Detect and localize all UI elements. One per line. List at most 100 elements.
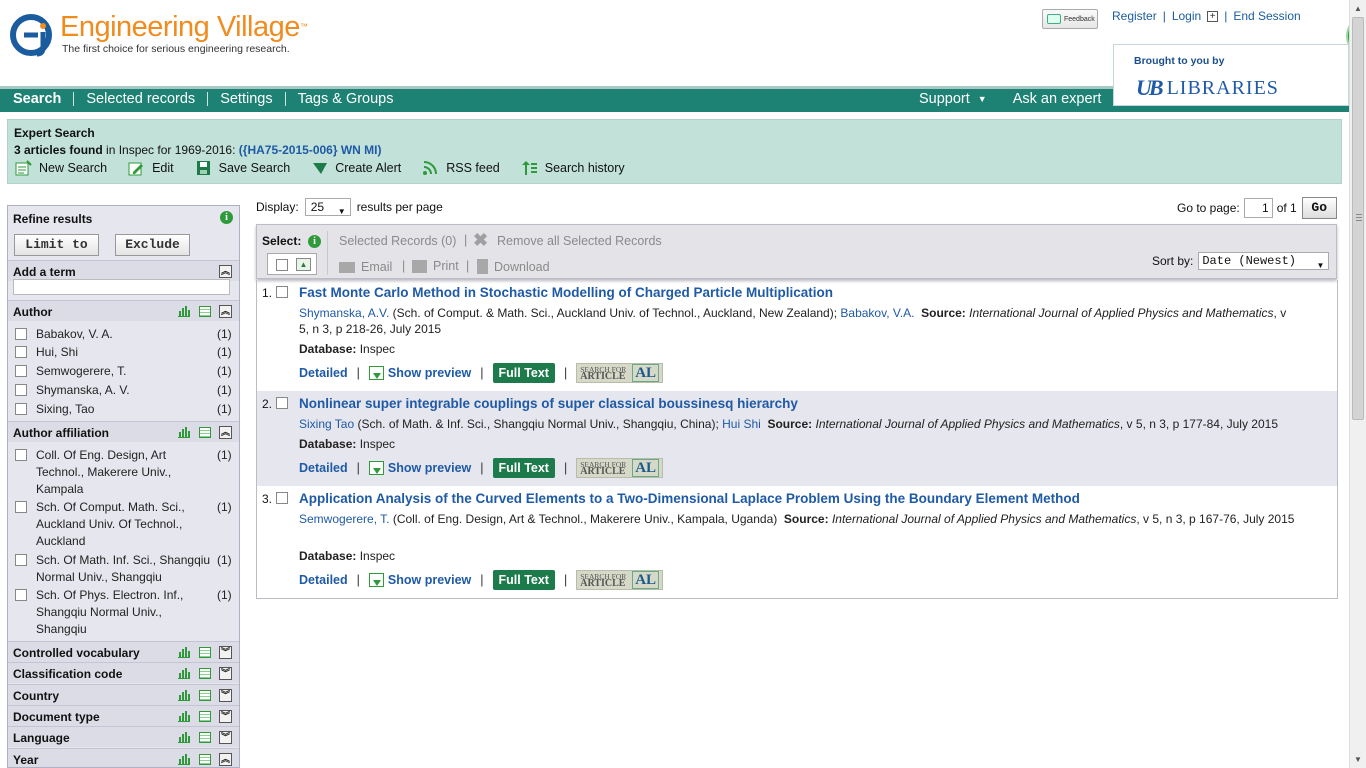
table-icon[interactable] bbox=[199, 306, 211, 317]
checkbox[interactable] bbox=[15, 346, 27, 358]
detailed-link[interactable]: Detailed bbox=[299, 573, 348, 587]
login-link[interactable]: Login bbox=[1172, 9, 1201, 23]
expand-icon[interactable]: ︾ bbox=[219, 710, 232, 723]
feedback-button[interactable]: Feedback bbox=[1042, 9, 1098, 29]
show-preview-link[interactable]: Show preview bbox=[388, 461, 471, 475]
collapse-icon[interactable]: ︽ bbox=[219, 753, 232, 766]
language-header[interactable]: Language ︾ bbox=[8, 726, 239, 747]
bar-chart-icon[interactable] bbox=[178, 668, 190, 679]
go-button[interactable]: Go bbox=[1301, 197, 1337, 219]
record-title-link[interactable]: Fast Monte Carlo Method in Stochastic Mo… bbox=[299, 285, 833, 300]
table-icon[interactable] bbox=[199, 690, 211, 701]
author-link[interactable]: Sixing Tao bbox=[299, 417, 354, 431]
controlled-vocabulary-header[interactable]: Controlled vocabulary ︾ bbox=[8, 641, 239, 662]
show-preview-link[interactable]: Show preview bbox=[388, 573, 471, 587]
register-link[interactable]: Register bbox=[1112, 9, 1157, 23]
author-link[interactable]: Shymanska, A.V. bbox=[299, 306, 389, 320]
author-header[interactable]: Author ︽ bbox=[8, 300, 239, 321]
table-icon[interactable] bbox=[199, 732, 211, 743]
engineering-village-logo[interactable]: Engineering Village™ The first choice fo… bbox=[10, 12, 308, 58]
expand-icon[interactable]: ︾ bbox=[219, 731, 232, 744]
bar-chart-icon[interactable] bbox=[178, 427, 190, 438]
bar-chart-icon[interactable] bbox=[178, 306, 190, 317]
rss-feed-action[interactable]: RSS feed bbox=[422, 160, 500, 176]
collapse-icon[interactable]: ︽ bbox=[219, 305, 232, 318]
checkbox[interactable] bbox=[15, 328, 27, 340]
full-text-button[interactable]: Full Text bbox=[492, 570, 555, 590]
download-button[interactable]: Download bbox=[477, 259, 550, 274]
scroll-down-icon[interactable]: ▼ bbox=[1354, 755, 1362, 764]
author-affiliation-header[interactable]: Author affiliation ︽ bbox=[8, 421, 239, 442]
checkbox[interactable] bbox=[15, 384, 27, 396]
bar-chart-icon[interactable] bbox=[178, 690, 190, 701]
checkbox[interactable] bbox=[15, 554, 27, 566]
full-text-button[interactable]: Full Text bbox=[492, 458, 555, 478]
exclude-button[interactable]: Exclude bbox=[115, 234, 190, 256]
print-button[interactable]: Print bbox=[412, 259, 459, 273]
record-checkbox[interactable] bbox=[276, 286, 288, 298]
detailed-link[interactable]: Detailed bbox=[299, 366, 348, 380]
author-link[interactable]: Hui Shi bbox=[722, 417, 761, 431]
author-link[interactable]: Babakov, V.A. bbox=[840, 306, 914, 320]
scrollbar-thumb[interactable] bbox=[1352, 17, 1364, 420]
add-term-header[interactable]: Add a term ︽ bbox=[8, 260, 239, 281]
checkbox[interactable] bbox=[15, 589, 27, 601]
bar-chart-icon[interactable] bbox=[178, 711, 190, 722]
expand-icon[interactable]: ︾ bbox=[219, 689, 232, 702]
search-for-article-button[interactable]: SEARCH FOR ARTICLE AL bbox=[576, 570, 664, 590]
table-icon[interactable] bbox=[199, 427, 211, 438]
create-alert-action[interactable]: Create Alert bbox=[311, 160, 401, 176]
checkbox[interactable] bbox=[15, 449, 27, 461]
results-per-page-select[interactable]: 25 ▼ bbox=[304, 198, 351, 216]
email-button[interactable]: Email bbox=[339, 260, 392, 274]
author-link[interactable]: Semwogerere, T. bbox=[299, 512, 390, 526]
table-icon[interactable] bbox=[199, 754, 211, 765]
expand-icon[interactable]: ︾ bbox=[219, 667, 232, 680]
support-dropdown-icon[interactable]: ▼ bbox=[978, 94, 987, 104]
record-checkbox[interactable] bbox=[276, 492, 288, 504]
nav-search[interactable]: Search bbox=[13, 91, 61, 107]
nav-settings[interactable]: Settings bbox=[220, 91, 272, 107]
end-session-link[interactable]: End Session bbox=[1233, 9, 1300, 23]
search-history-action[interactable]: Search history bbox=[521, 160, 625, 176]
select-page-checkbox[interactable] bbox=[276, 259, 288, 271]
record-title-link[interactable]: Application Analysis of the Curved Eleme… bbox=[299, 491, 1080, 506]
bar-chart-icon[interactable] bbox=[178, 647, 190, 658]
nav-selected-records[interactable]: Selected records bbox=[86, 91, 195, 107]
full-text-button[interactable]: Full Text bbox=[492, 363, 555, 383]
classification-code-header[interactable]: Classification code ︾ bbox=[8, 662, 239, 683]
detailed-link[interactable]: Detailed bbox=[299, 461, 348, 475]
select-info-icon[interactable]: i bbox=[308, 235, 321, 248]
select-dropdown-icon[interactable]: ▲ bbox=[296, 258, 311, 271]
show-preview-link[interactable]: Show preview bbox=[388, 366, 471, 380]
edit-action[interactable]: Edit bbox=[128, 160, 174, 176]
collapse-icon[interactable]: ︽ bbox=[219, 426, 232, 439]
country-header[interactable]: Country ︾ bbox=[8, 684, 239, 705]
checkbox[interactable] bbox=[15, 365, 27, 377]
nav-ask-an-expert[interactable]: Ask an expert bbox=[1013, 91, 1102, 107]
checkbox[interactable] bbox=[15, 403, 27, 415]
nav-tags-groups[interactable]: Tags & Groups bbox=[298, 91, 394, 107]
vertical-scrollbar[interactable]: ▲ ▼ bbox=[1349, 0, 1366, 768]
collapse-icon[interactable]: ︽ bbox=[219, 265, 232, 278]
bar-chart-icon[interactable] bbox=[178, 754, 190, 765]
year-header[interactable]: Year ︽ bbox=[8, 748, 239, 767]
selected-records-link[interactable]: Selected Records (0) bbox=[339, 234, 456, 248]
page-number-input[interactable]: 1 bbox=[1243, 198, 1273, 218]
show-preview-icon[interactable] bbox=[368, 461, 384, 475]
bar-chart-icon[interactable] bbox=[178, 732, 190, 743]
table-icon[interactable] bbox=[199, 647, 211, 658]
remove-all-selected-button[interactable]: ✖ Remove all Selected Records bbox=[473, 231, 662, 249]
search-for-article-button[interactable]: SEARCH FOR ARTICLE AL bbox=[576, 458, 664, 478]
save-search-action[interactable]: Save Search bbox=[195, 160, 290, 176]
search-query-link[interactable]: ({HA75-2015-006} WN MI) bbox=[239, 143, 382, 157]
show-preview-icon[interactable] bbox=[368, 573, 384, 587]
record-title-link[interactable]: Nonlinear super integrable couplings of … bbox=[299, 396, 798, 411]
ub-libraries-logo[interactable]: UB LIBRARIES bbox=[1136, 75, 1279, 101]
login-expand-icon[interactable]: + bbox=[1207, 10, 1219, 22]
sort-select[interactable]: Date (Newest) ▼ bbox=[1198, 252, 1330, 270]
table-icon[interactable] bbox=[199, 711, 211, 722]
expand-icon[interactable]: ︾ bbox=[219, 646, 232, 659]
document-type-header[interactable]: Document type ︾ bbox=[8, 705, 239, 726]
limit-to-button[interactable]: Limit to bbox=[14, 234, 99, 256]
